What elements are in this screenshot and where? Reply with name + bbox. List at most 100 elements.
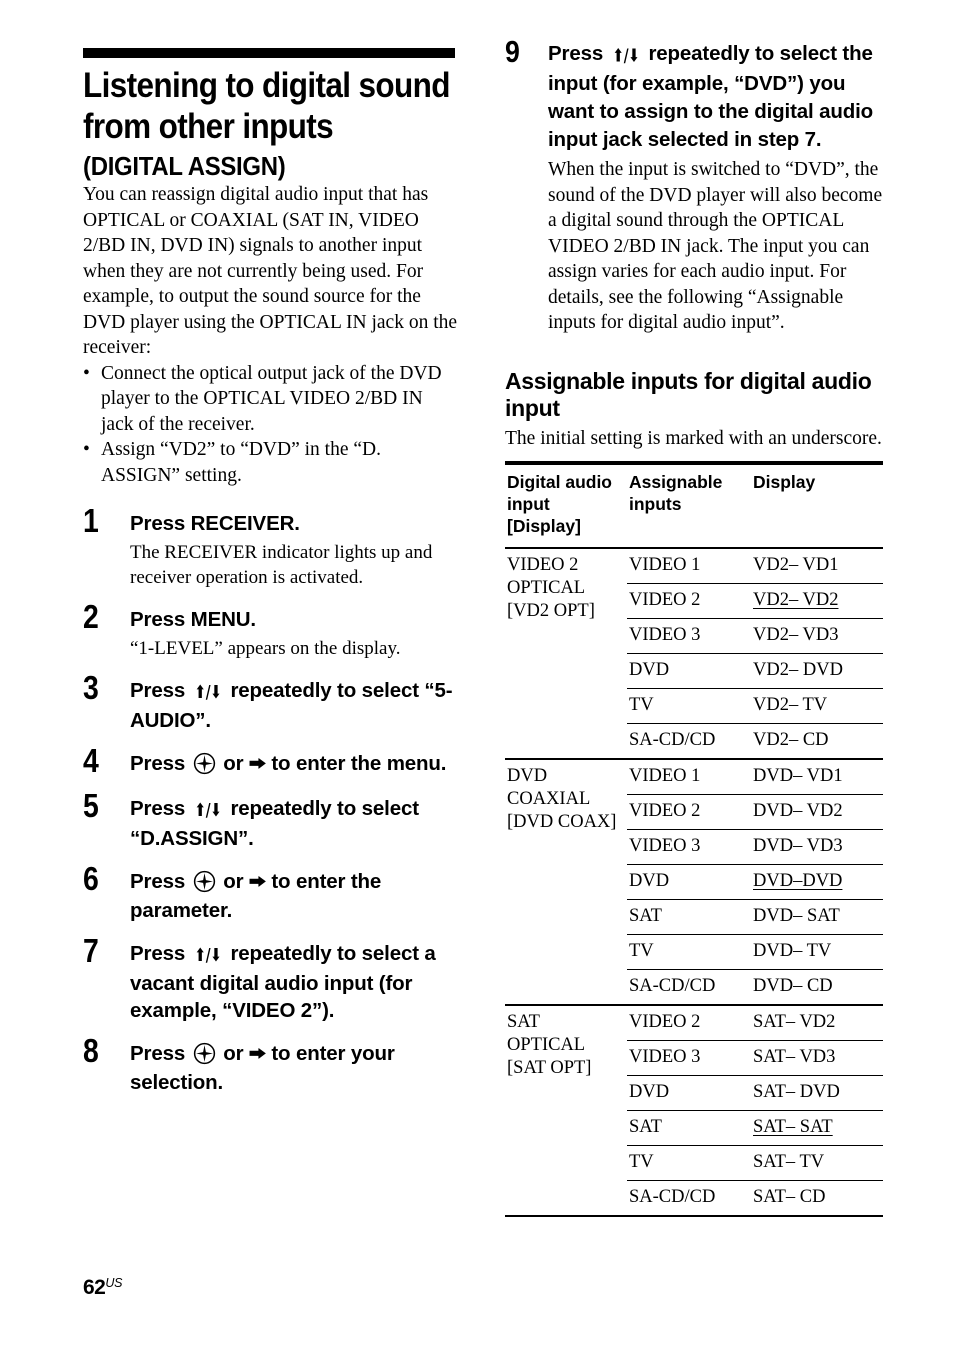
cell-display: VD2– VD2 bbox=[751, 583, 883, 619]
step-heading-mid: or bbox=[217, 1042, 249, 1066]
group-label-video2-optical: VIDEO 2 OPTICAL [VD2 OPT] bbox=[505, 547, 627, 759]
step-heading-post: to enter the menu. bbox=[265, 752, 447, 776]
section-heading: Assignable inputs for digital audio inpu… bbox=[505, 367, 872, 421]
step-number: 9 bbox=[505, 34, 520, 69]
list-item: • Connect the optical output jack of the… bbox=[83, 361, 458, 438]
enter-button-icon bbox=[193, 752, 216, 775]
step-8: 8 Press or ⮕ to enter your selection. bbox=[83, 1034, 458, 1096]
step-number: 5 bbox=[83, 787, 99, 825]
group-label-sat-optical: SAT OPTICAL [SAT OPT] bbox=[505, 1004, 627, 1216]
step-9: 9 Press ⬆/⬇ repeatedly to select the inp… bbox=[505, 36, 885, 336]
intro-paragraph: You can reassign digital audio input tha… bbox=[83, 184, 458, 359]
enter-button-icon bbox=[193, 870, 216, 893]
column-header-digital-audio-input: Digital audio input [Display] bbox=[505, 461, 627, 549]
cell-display: VD2– DVD bbox=[751, 653, 883, 689]
section-note: The initial setting is marked with an un… bbox=[505, 427, 882, 449]
left-column: Listening to digital sound from other in… bbox=[83, 40, 458, 1112]
right-column: 9 Press ⬆/⬇ repeatedly to select the inp… bbox=[505, 36, 885, 1218]
step-body: “1-LEVEL” appears on the display. bbox=[130, 638, 401, 660]
page-number: 62 bbox=[83, 1276, 106, 1299]
cell-display: SAT– VD3 bbox=[751, 1040, 883, 1076]
manual-page: Listening to digital sound from other in… bbox=[0, 0, 954, 1352]
cell-assignable-input: VIDEO 2 bbox=[627, 794, 751, 830]
cell-assignable-input: TV bbox=[627, 1145, 751, 1181]
page-title: Listening to digital sound from other in… bbox=[83, 66, 450, 146]
page-footer: 62US bbox=[83, 1276, 123, 1300]
cell-display: DVD– VD1 bbox=[751, 758, 883, 795]
step-heading: Press ⬆/⬇ repeatedly to select “D.ASSIGN… bbox=[130, 795, 458, 852]
step-heading-pre: Press bbox=[130, 797, 191, 821]
table-bottom-rule bbox=[505, 1215, 883, 1218]
table-header-row: Digital audio input [Display] Assignable… bbox=[505, 461, 883, 549]
cell-display: DVD– TV bbox=[751, 934, 883, 970]
step-heading-pre: Press bbox=[130, 1042, 191, 1066]
step-4: 4 Press or ⮕ to enter the menu. bbox=[83, 744, 458, 779]
step-number: 1 bbox=[83, 502, 99, 540]
cell-display: DVD–DVD bbox=[751, 864, 883, 900]
enter-button-icon bbox=[193, 1042, 216, 1065]
cell-assignable-input: VIDEO 3 bbox=[627, 618, 751, 654]
cell-display-initial: DVD–DVD bbox=[753, 871, 843, 891]
column-header-display: Display bbox=[751, 461, 883, 549]
bullet-marker: • bbox=[83, 362, 90, 384]
cell-display: DVD– VD2 bbox=[751, 794, 883, 830]
step-heading: Press RECEIVER. bbox=[130, 512, 300, 536]
assignable-inputs-table: Digital audio input [Display] Assignable… bbox=[505, 461, 883, 1218]
step-7: 7 Press ⬆/⬇ repeatedly to select a vacan… bbox=[83, 934, 458, 1024]
arrow-up-down-icon: ⬆/⬇ bbox=[194, 682, 222, 704]
arrow-up-down-icon: ⬆/⬇ bbox=[612, 45, 640, 67]
list-item-text: Connect the optical output jack of the D… bbox=[101, 362, 442, 435]
page-subtitle: (DIGITAL ASSIGN) bbox=[83, 151, 286, 182]
step-heading-pre: Press bbox=[130, 942, 191, 966]
step-heading-pre: Press bbox=[130, 679, 191, 703]
step-heading-mid: or bbox=[217, 870, 249, 894]
cell-assignable-input: VIDEO 1 bbox=[627, 547, 751, 584]
step-number: 7 bbox=[83, 932, 99, 970]
cell-display: SAT– TV bbox=[751, 1145, 883, 1181]
arrow-right-icon: ⮕ bbox=[248, 757, 266, 774]
cell-assignable-input: SAT bbox=[627, 1110, 751, 1146]
cell-display-initial: SAT– SAT bbox=[753, 1117, 833, 1137]
step-heading: Press ⬆/⬇ repeatedly to select “5-AUDIO”… bbox=[130, 677, 458, 734]
cell-assignable-input: VIDEO 2 bbox=[627, 583, 751, 619]
step-heading-pre: Press bbox=[130, 870, 191, 894]
cell-display: SAT– CD bbox=[751, 1180, 883, 1216]
step-heading: Press or ⮕ to enter the parameter. bbox=[130, 868, 458, 924]
cell-display: SAT– SAT bbox=[751, 1110, 883, 1146]
cell-assignable-input: SA-CD/CD bbox=[627, 1180, 751, 1216]
cell-display: DVD– VD3 bbox=[751, 829, 883, 865]
cell-assignable-input: TV bbox=[627, 688, 751, 724]
title-rule-bar bbox=[83, 48, 455, 58]
arrow-right-icon: ⮕ bbox=[248, 1047, 266, 1064]
step-heading: Press or ⮕ to enter your selection. bbox=[130, 1040, 458, 1096]
list-item: • Assign “VD2” to “DVD” in the “D. ASSIG… bbox=[83, 437, 458, 488]
cell-assignable-input: DVD bbox=[627, 653, 751, 689]
group-label-dvd-coaxial: DVD COAXIAL [DVD COAX] bbox=[505, 758, 627, 1005]
arrow-up-down-icon: ⬆/⬇ bbox=[194, 945, 222, 967]
cell-display: VD2– TV bbox=[751, 688, 883, 724]
bullet-marker: • bbox=[83, 439, 90, 461]
intro-bullet-list: • Connect the optical output jack of the… bbox=[83, 361, 458, 489]
step-heading: Press ⬆/⬇ repeatedly to select a vacant … bbox=[130, 940, 458, 1024]
step-heading-mid: or bbox=[217, 752, 249, 776]
step-number: 4 bbox=[83, 742, 99, 780]
cell-display: SAT– VD2 bbox=[751, 1004, 883, 1041]
cell-assignable-input: VIDEO 3 bbox=[627, 1040, 751, 1076]
cell-assignable-input: VIDEO 2 bbox=[627, 1004, 751, 1041]
cell-assignable-input: TV bbox=[627, 934, 751, 970]
step-list: 1 Press RECEIVER. The RECEIVER indicator… bbox=[83, 504, 458, 1096]
arrow-up-down-icon: ⬆/⬇ bbox=[194, 800, 222, 822]
step-heading: Press ⬆/⬇ repeatedly to select the input… bbox=[548, 40, 885, 154]
step-number: 2 bbox=[83, 598, 99, 636]
page-region-suffix: US bbox=[105, 1276, 123, 1290]
cell-assignable-input: SA-CD/CD bbox=[627, 969, 751, 1005]
step-body: The RECEIVER indicator lights up and rec… bbox=[130, 542, 433, 589]
step-2: 2 Press MENU. “1-LEVEL” appears on the d… bbox=[83, 600, 458, 661]
column-header-assignable-inputs: Assignable inputs bbox=[627, 461, 751, 549]
step-1: 1 Press RECEIVER. The RECEIVER indicator… bbox=[83, 504, 458, 590]
list-item-text: Assign “VD2” to “DVD” in the “D. ASSIGN”… bbox=[101, 439, 381, 486]
cell-assignable-input: SA-CD/CD bbox=[627, 723, 751, 759]
step-heading-pre: Press bbox=[130, 752, 191, 776]
table-row: DVD COAXIAL [DVD COAX] VIDEO 1 DVD– VD1 bbox=[505, 758, 883, 1005]
step-number: 6 bbox=[83, 860, 99, 898]
